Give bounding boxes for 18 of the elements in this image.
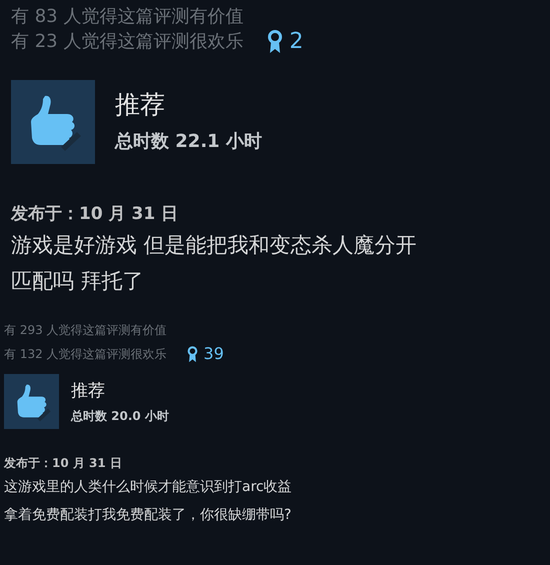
review-verdict: 推荐 bbox=[71, 380, 106, 402]
helpful-count: 有 83 人觉得这篇评测有价值 bbox=[11, 5, 244, 29]
playtime: 总时数 20.0 小时 bbox=[71, 408, 169, 424]
posted-date: 发布于：10 月 31 日 bbox=[4, 455, 123, 472]
review-text-line: 游戏是好游戏 但是能把我和变态杀人魔分开 bbox=[11, 232, 418, 259]
funny-count: 有 23 人觉得这篇评测很欢乐 bbox=[11, 30, 244, 54]
playtime: 总时数 22.1 小时 bbox=[115, 130, 262, 154]
helpful-count: 有 293 人觉得这篇评测有价值 bbox=[4, 322, 168, 339]
funny-count: 有 132 人觉得这篇评测很欢乐 bbox=[4, 346, 167, 363]
review-text-line: 这游戏里的人类什么时候才能意识到打arc收益 bbox=[4, 478, 293, 497]
review-text-line: 拿着免费配装打我免费配装了，你很缺绷带吗? bbox=[4, 506, 292, 525]
award-count: 2 bbox=[289, 30, 304, 52]
award-icon bbox=[267, 30, 284, 54]
review-text-line: 匹配吗 拜托了 bbox=[11, 268, 145, 295]
award-icon bbox=[186, 346, 198, 362]
award-count: 39 bbox=[204, 346, 224, 362]
posted-date: 发布于：10 月 31 日 bbox=[11, 203, 180, 226]
review-verdict: 推荐 bbox=[115, 89, 166, 121]
